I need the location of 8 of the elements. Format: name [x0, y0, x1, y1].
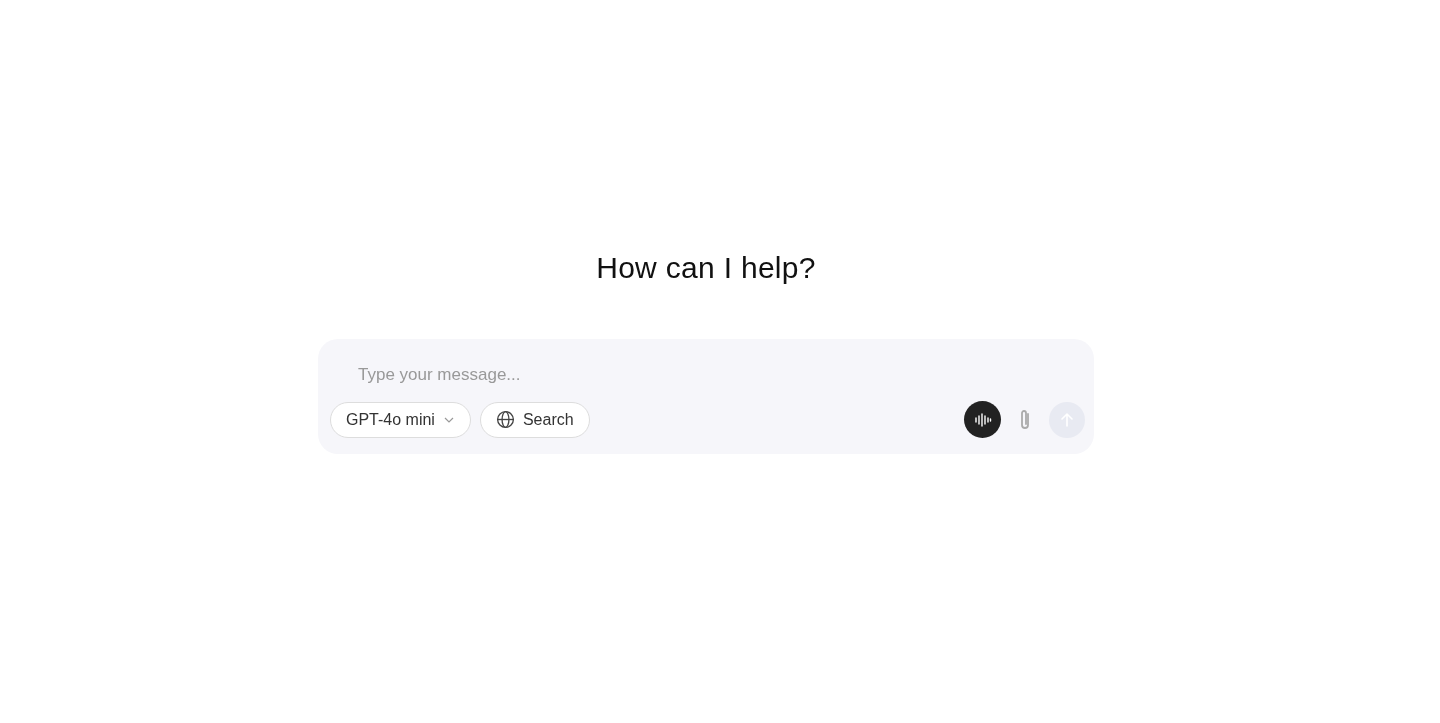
search-button[interactable]: Search	[479, 401, 590, 438]
heading: How can I help?	[596, 251, 816, 285]
globe-icon	[495, 410, 515, 429]
model-dropdown[interactable]: GPT-4o mini	[330, 401, 471, 438]
voice-button[interactable]	[964, 401, 1001, 438]
waveform-icon	[973, 412, 992, 427]
message-input[interactable]: Type your message...	[358, 361, 958, 389]
paperclip-icon	[1018, 407, 1032, 432]
